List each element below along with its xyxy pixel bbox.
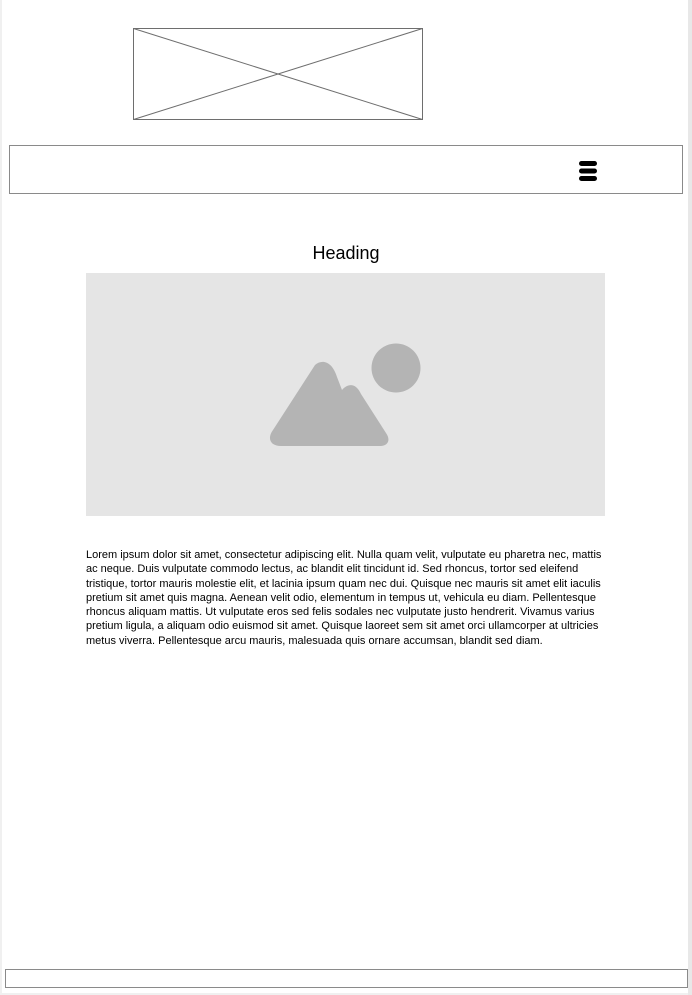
page: Heading Lorem ipsum dolor sit amet, cons… [2,0,688,993]
page-heading: Heading [312,243,380,263]
menu-button[interactable] [577,160,599,182]
landscape-image-icon [269,343,421,446]
image-placeholder-x-icon [133,28,423,120]
body-paragraph: Lorem ipsum dolor sit amet, consectetur … [86,549,602,647]
logo-placeholder [133,28,423,120]
scrollbar-track[interactable] [688,0,692,995]
footer-bar [5,969,688,988]
image-placeholder [86,273,605,516]
navigation-bar [9,145,683,194]
hamburger-menu-icon [579,161,597,181]
